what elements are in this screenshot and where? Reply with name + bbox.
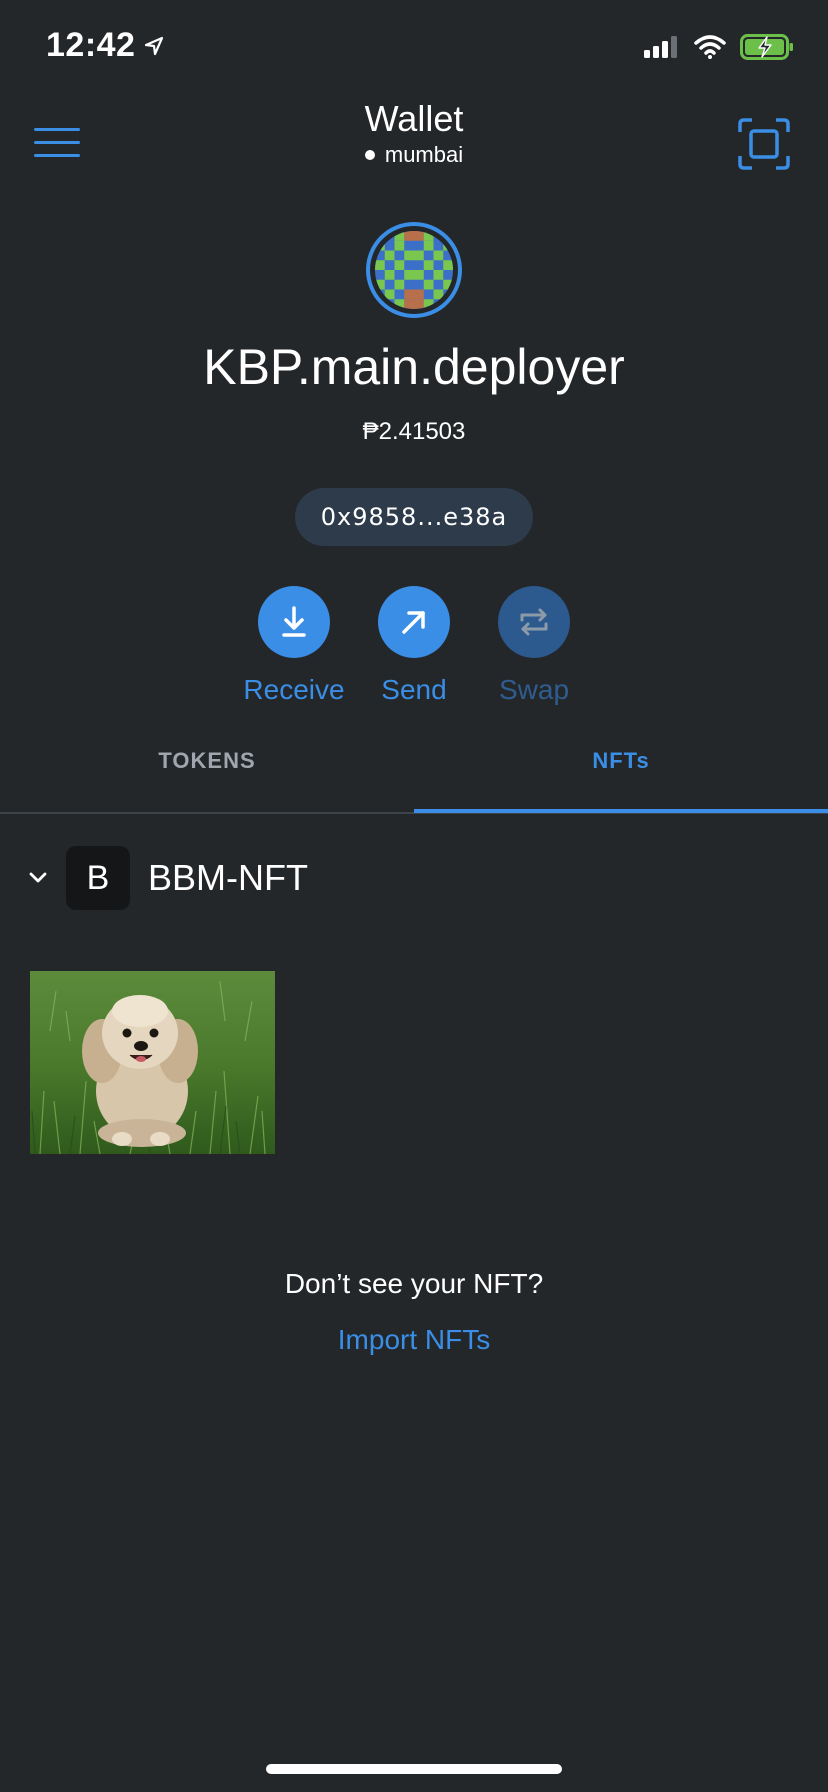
chevron-down-icon: [29, 872, 47, 883]
collection-name: BBM-NFT: [148, 857, 308, 898]
active-tab-indicator: [414, 809, 828, 813]
receive-label: Receive: [243, 674, 345, 705]
collection-badge: B: [66, 846, 130, 910]
missing-nft-prompt: Don’t see your NFT?: [284, 1268, 544, 1299]
qr-scan-button[interactable]: [738, 118, 790, 170]
status-time-text: 12:42: [46, 26, 136, 64]
status-bar-time: 12:42: [46, 26, 165, 65]
wifi-icon: [694, 35, 726, 59]
download-icon: [282, 606, 306, 637]
import-nfts-link[interactable]: Import NFTs: [0, 1324, 828, 1356]
account-name[interactable]: KBP.main.deployer: [0, 338, 828, 396]
network-name: mumbai: [384, 142, 464, 167]
nft-thumbnail[interactable]: [30, 971, 275, 1154]
page-title: Wallet: [364, 98, 464, 139]
cellular-signal-icon: [644, 36, 677, 58]
account-address: 0x9858...e38a: [320, 503, 508, 531]
network-indicator[interactable]: mumbai: [0, 142, 828, 168]
account-balance: ₱2.41503: [362, 418, 466, 445]
swap-label: Swap: [498, 674, 570, 705]
swap-button[interactable]: Swap: [479, 586, 589, 706]
receive-circle: [258, 586, 330, 658]
tab-nfts[interactable]: NFTs: [414, 748, 828, 774]
receive-button[interactable]: Receive: [239, 586, 349, 706]
tab-tokens[interactable]: TOKENS: [0, 748, 414, 774]
send-button[interactable]: Send: [359, 586, 469, 706]
swap-arrows-icon: [520, 608, 548, 636]
nft-collection-header[interactable]: B BBM-NFT: [28, 846, 308, 910]
status-bar-indicators: [644, 34, 794, 60]
send-circle: [378, 586, 450, 658]
scan-icon: [738, 118, 790, 170]
nft-dog-image: [30, 971, 275, 1154]
identicon-icon: [375, 231, 453, 309]
account-avatar[interactable]: [366, 222, 462, 318]
address-copy-button[interactable]: 0x9858...e38a: [295, 488, 533, 546]
location-arrow-icon: [145, 36, 164, 55]
send-label: Send: [381, 674, 447, 705]
swap-circle: [498, 586, 570, 658]
battery-charging-icon: [740, 34, 793, 60]
network-status-dot-icon: [364, 150, 375, 160]
arrow-up-right-icon: [402, 611, 425, 634]
home-indicator[interactable]: [266, 1764, 562, 1774]
